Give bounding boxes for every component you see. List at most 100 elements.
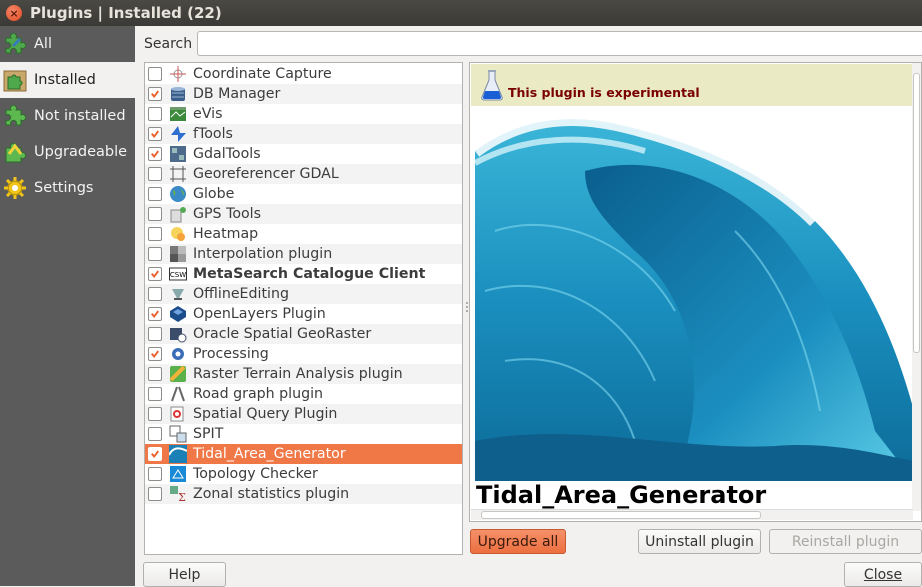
- sidebar-item-label: All: [34, 36, 52, 52]
- sidebar-item-all[interactable]: All: [0, 26, 135, 62]
- plugin-row[interactable]: Tidal_Area_Generator: [145, 444, 462, 464]
- plugin-enabled-checkbox[interactable]: [148, 267, 162, 281]
- plugin-enabled-checkbox[interactable]: [148, 407, 162, 421]
- plugin-row[interactable]: eVis: [145, 104, 462, 124]
- puzzle-all-icon: [2, 31, 28, 57]
- sidebar-item-upgradeable[interactable]: Upgradeable: [0, 134, 135, 170]
- sidebar-item-not-installed[interactable]: Not installed: [0, 98, 135, 134]
- plugin-row[interactable]: Coordinate Capture: [145, 64, 462, 84]
- plugin-enabled-checkbox[interactable]: [148, 167, 162, 181]
- close-window-icon[interactable]: ×: [6, 5, 22, 21]
- plugin-row[interactable]: Georeferencer GDAL: [145, 164, 462, 184]
- gdal-icon: [169, 145, 187, 163]
- plugin-row[interactable]: Raster Terrain Analysis plugin: [145, 364, 462, 384]
- search-label: Search: [144, 36, 193, 52]
- georeferencer-icon: [169, 165, 187, 183]
- puzzle-installed-icon: [2, 67, 28, 93]
- vertical-scrollbar[interactable]: [912, 63, 921, 511]
- plugin-detail-panel: This plugin is experimental Tidal_Area_G…: [469, 62, 922, 522]
- spit-icon: [169, 425, 187, 443]
- search-input[interactable]: [197, 31, 922, 56]
- scroll-thumb[interactable]: [481, 511, 761, 519]
- plugin-name: Georeferencer GDAL: [193, 166, 339, 182]
- processing-gear-icon: [169, 345, 187, 363]
- plugin-enabled-checkbox[interactable]: [148, 107, 162, 121]
- plugin-enabled-checkbox[interactable]: [148, 207, 162, 221]
- plugin-row[interactable]: OpenLayers Plugin: [145, 304, 462, 324]
- plugin-row[interactable]: Heatmap: [145, 224, 462, 244]
- plugin-name: Topology Checker: [193, 466, 318, 482]
- close-button[interactable]: Close: [844, 562, 922, 587]
- plugin-row[interactable]: CSW MetaSearch Catalogue Client: [145, 264, 462, 284]
- plugin-enabled-checkbox[interactable]: [148, 247, 162, 261]
- scroll-thumb[interactable]: [913, 73, 920, 353]
- plugin-enabled-checkbox[interactable]: [148, 327, 162, 341]
- plugin-row[interactable]: Processing: [145, 344, 462, 364]
- plugin-name: Raster Terrain Analysis plugin: [193, 366, 403, 382]
- plugin-row[interactable]: Σ Zonal statistics plugin: [145, 484, 462, 504]
- flask-icon: [481, 69, 503, 105]
- plugin-enabled-checkbox[interactable]: [148, 387, 162, 401]
- reinstall-plugin-button[interactable]: Reinstall plugin: [769, 529, 922, 554]
- plugin-title: Tidal_Area_Generator: [476, 481, 767, 509]
- plugin-row[interactable]: SPIT: [145, 424, 462, 444]
- plugin-row[interactable]: Globe: [145, 184, 462, 204]
- plugin-enabled-checkbox[interactable]: [148, 487, 162, 501]
- plugin-row[interactable]: DB Manager: [145, 84, 462, 104]
- plugin-enabled-checkbox[interactable]: [148, 427, 162, 441]
- plugin-name: Processing: [193, 346, 269, 362]
- puzzle-not-installed-icon: [2, 103, 28, 129]
- sidebar-item-installed[interactable]: Installed: [0, 62, 135, 98]
- sidebar-item-settings[interactable]: Settings: [0, 170, 135, 206]
- database-icon: [169, 85, 187, 103]
- plugin-name: fTools: [193, 126, 233, 142]
- plugin-enabled-checkbox[interactable]: [148, 87, 162, 101]
- plugin-row[interactable]: OfflineEditing: [145, 284, 462, 304]
- plugin-name: Zonal statistics plugin: [193, 486, 350, 502]
- sidebar-item-label: Upgradeable: [34, 144, 128, 160]
- plugin-name: Coordinate Capture: [193, 66, 332, 82]
- upgrade-all-button[interactable]: Upgrade all: [470, 529, 566, 554]
- plugin-name: DB Manager: [193, 86, 281, 102]
- plugin-enabled-checkbox[interactable]: [148, 347, 162, 361]
- plugin-name: OfflineEditing: [193, 286, 289, 302]
- plugin-enabled-checkbox[interactable]: [148, 447, 162, 461]
- plugin-enabled-checkbox[interactable]: [148, 187, 162, 201]
- plugin-enabled-checkbox[interactable]: [148, 367, 162, 381]
- plugin-enabled-checkbox[interactable]: [148, 147, 162, 161]
- plugin-row[interactable]: Topology Checker: [145, 464, 462, 484]
- plugin-row[interactable]: fTools: [145, 124, 462, 144]
- horizontal-scrollbar[interactable]: [471, 509, 913, 520]
- plugin-row[interactable]: GPS Tools: [145, 204, 462, 224]
- plugin-row[interactable]: Spatial Query Plugin: [145, 404, 462, 424]
- plugin-enabled-checkbox[interactable]: [148, 307, 162, 321]
- plugin-name: Road graph plugin: [193, 386, 324, 402]
- plugin-row[interactable]: Oracle Spatial GeoRaster: [145, 324, 462, 344]
- plugin-enabled-checkbox[interactable]: [148, 127, 162, 141]
- interpolation-icon: [169, 245, 187, 263]
- svg-text:Σ: Σ: [178, 491, 186, 503]
- topology-icon: [169, 465, 187, 483]
- evis-icon: [169, 105, 187, 123]
- plugin-row[interactable]: Interpolation plugin: [145, 244, 462, 264]
- plugin-enabled-checkbox[interactable]: [148, 287, 162, 301]
- gps-icon: [169, 205, 187, 223]
- plugin-row[interactable]: GdalTools: [145, 144, 462, 164]
- plugin-enabled-checkbox[interactable]: [148, 67, 162, 81]
- plugin-enabled-checkbox[interactable]: [148, 467, 162, 481]
- terrain-icon: [169, 365, 187, 383]
- openlayers-icon: [169, 305, 187, 323]
- uninstall-plugin-button[interactable]: Uninstall plugin: [638, 529, 761, 554]
- help-button[interactable]: Help: [143, 562, 226, 587]
- plugin-name: Globe: [193, 186, 235, 202]
- plugin-enabled-checkbox[interactable]: [148, 227, 162, 241]
- plugin-name: OpenLayers Plugin: [193, 306, 326, 322]
- sidebar-item-label: Installed: [34, 72, 96, 88]
- zonal-stats-icon: Σ: [169, 485, 187, 503]
- plugin-row[interactable]: Road graph plugin: [145, 384, 462, 404]
- svg-text:CSW: CSW: [170, 271, 186, 279]
- plugin-name: Interpolation plugin: [193, 246, 333, 262]
- puzzle-upgradeable-icon: [2, 139, 28, 165]
- plugin-name: Heatmap: [193, 226, 259, 242]
- sidebar: All Installed Not installed Upgradeable …: [0, 26, 135, 586]
